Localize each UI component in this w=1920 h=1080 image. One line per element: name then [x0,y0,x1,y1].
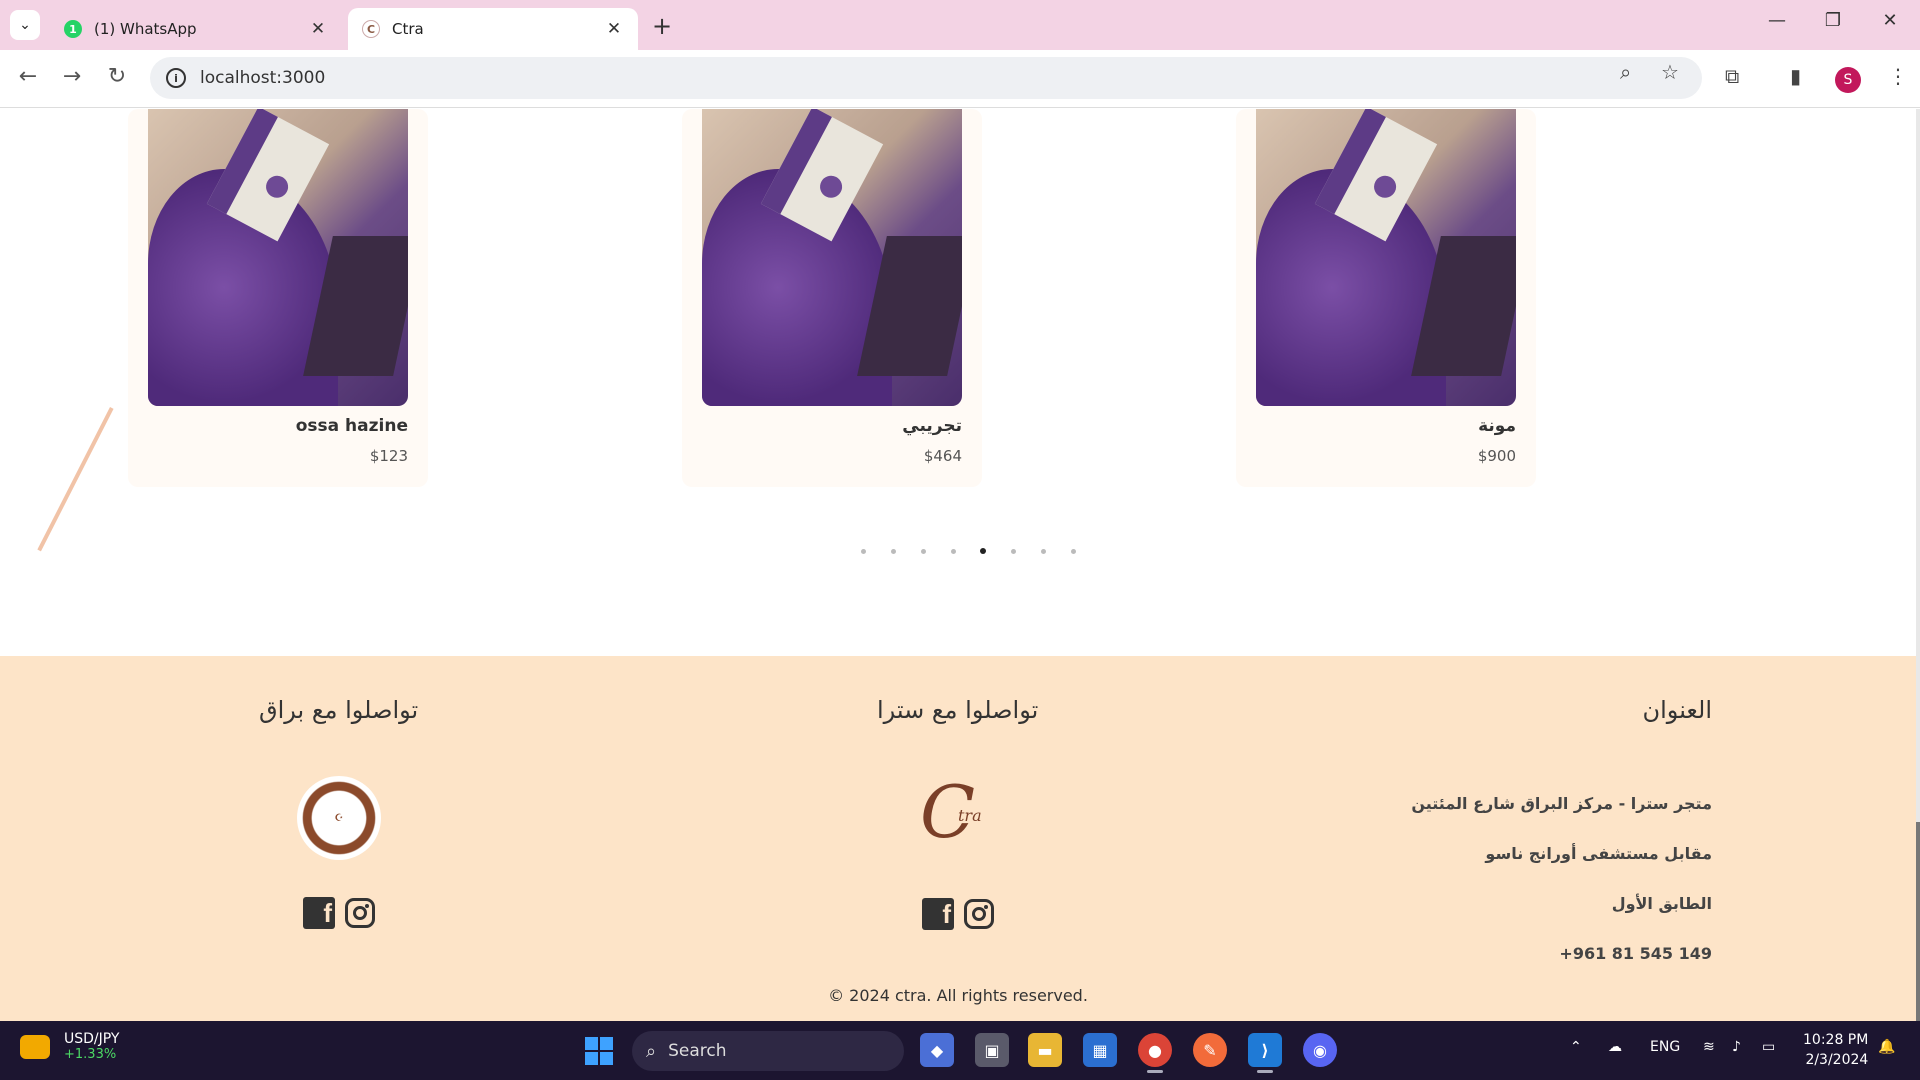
footer: العنوان متجر سترا - مركز البراق شارع الم… [0,656,1916,1021]
tab-ctra[interactable]: C Ctra ✕ [348,8,638,50]
windows-start-icon[interactable] [585,1037,613,1065]
close-icon[interactable]: ✕ [604,19,624,39]
reload-icon[interactable]: ↻ [103,64,131,89]
side-panel-icon[interactable]: ▮ [1790,64,1801,88]
restore-icon[interactable]: ❐ [1818,10,1848,31]
carousel-dot[interactable] [848,546,878,556]
address-line: الطابق الأول [1611,894,1712,913]
copyright-text: © 2024 ctra. All rights reserved. [828,986,1088,1005]
carousel-dot[interactable] [998,546,1028,556]
ticker-symbol: USD/JPY [64,1031,120,1047]
ctra-icon: C [362,20,380,38]
tab-title: (1) WhatsApp [94,20,197,38]
tab-whatsapp[interactable]: 1 (1) WhatsApp ✕ [50,8,342,50]
task-view-icon[interactable]: ▣ [975,1033,1009,1067]
product-price: $123 [369,447,408,465]
bookmark-star-icon[interactable]: ☆ [1661,60,1679,84]
clock-time: 10:28 PM [1803,1032,1869,1048]
carousel-dot[interactable] [938,546,968,556]
postman-icon[interactable]: ✎ [1193,1033,1227,1067]
address-title: العنوان [1642,696,1713,724]
browser-toolbar: ← → ↻ i localhost:3000 ⌕ ☆ ⧉ ▮ S ⋮ [0,50,1920,108]
carousel-dot[interactable] [1028,546,1058,556]
ticker-change: +1.33% [64,1047,117,1062]
tab-title: Ctra [392,20,424,38]
product-image[interactable] [148,109,408,406]
clock[interactable]: 10:28 PM 2/3/2024 [1803,1030,1868,1070]
window-close-icon[interactable]: ✕ [1875,10,1905,31]
taskbar: USD/JPY +1.33% ⌕ Search ◆ ▣ ▬ ▦ ● ✎ ⟩ ◉ … [0,1021,1920,1080]
instagram-icon[interactable] [964,899,994,929]
tab-strip: ⌄ 1 (1) WhatsApp ✕ C Ctra ✕ + — ❐ ✕ [0,0,1920,50]
store-icon[interactable]: ▦ [1083,1033,1117,1067]
buraq-social-links: f [303,897,375,929]
copilot-icon[interactable]: ◆ [920,1033,954,1067]
notification-bell-icon[interactable]: 🔔 [1878,1039,1895,1055]
carousel-dot[interactable] [908,546,938,556]
phone-number: +961 81 545 149 [1559,944,1712,963]
address-line: مقابل مستشفى أورانج ناسو [1485,844,1712,863]
instagram-icon[interactable] [345,898,375,928]
carousel-dot[interactable] [968,546,998,556]
back-icon[interactable]: ← [14,64,42,89]
ctra-logo: C tra [920,770,982,854]
carousel-dots [848,546,1088,556]
tab-search-button[interactable]: ⌄ [10,10,40,40]
search-icon: ⌕ [646,1040,657,1062]
forward-icon[interactable]: → [58,64,86,89]
site-info-icon[interactable]: i [166,68,186,88]
onedrive-icon[interactable]: ☁ [1608,1039,1622,1055]
product-name: مونة [1478,416,1516,436]
language-indicator[interactable]: ENG [1650,1039,1680,1055]
carousel-dot[interactable] [1058,546,1088,556]
new-tab-button[interactable]: + [652,12,672,40]
close-icon[interactable]: ✕ [308,19,328,39]
battery-icon[interactable]: ▭ [1762,1039,1775,1055]
menu-icon[interactable]: ⋮ [1888,64,1908,88]
minimize-icon[interactable]: — [1762,10,1792,31]
chevron-down-icon: ⌄ [19,17,31,33]
address-bar[interactable]: i localhost:3000 [150,57,1702,99]
product-name: ossa hazine [295,416,408,436]
chrome-icon[interactable]: ● [1138,1033,1172,1073]
product-name: تجريبي [902,416,962,436]
product-price: $900 [1477,447,1516,465]
page-content: ossa hazine $123 تجريبي $464 مونة $900 ا… [0,109,1920,1021]
stock-widget[interactable]: USD/JPY +1.33% [20,1031,119,1062]
product-card[interactable]: تجريبي $464 [682,109,982,487]
discord-icon[interactable]: ◉ [1303,1033,1337,1067]
url-text: localhost:3000 [200,68,326,88]
facebook-icon[interactable]: f [303,897,335,929]
decorative-line [37,407,114,552]
carousel-dot[interactable] [878,546,908,556]
vscode-icon[interactable]: ⟩ [1248,1033,1282,1073]
ctra-social-links: f [922,898,994,930]
buraq-contact-title: تواصلوا مع براق [259,696,419,724]
product-image[interactable] [702,109,962,406]
taskbar-search[interactable]: ⌕ Search [632,1031,904,1071]
search-label: Search [668,1041,727,1061]
ctra-contact-title: تواصلوا مع سترا [877,696,1039,724]
product-card[interactable]: ossa hazine $123 [128,109,428,487]
product-price: $464 [923,447,962,465]
address-line: متجر سترا - مركز البراق شارع المئتين [1411,794,1712,813]
chevron-up-icon[interactable]: ⌃ [1570,1039,1582,1055]
profile-avatar[interactable]: S [1835,67,1861,93]
product-image[interactable] [1256,109,1516,406]
wifi-icon[interactable]: ≋ [1703,1039,1715,1055]
buraq-logo: ☪ [297,776,381,860]
whatsapp-icon: 1 [64,20,82,38]
product-card[interactable]: مونة $900 [1236,109,1536,487]
volume-icon[interactable]: ♪ [1732,1039,1741,1055]
zoom-icon[interactable]: ⌕ [1620,60,1631,84]
scrollbar-thumb[interactable] [1916,822,1920,1021]
clock-date: 2/3/2024 [1805,1052,1869,1068]
scrollbar[interactable] [1916,109,1920,1021]
extensions-icon[interactable]: ⧉ [1725,64,1739,88]
currency-icon [20,1034,50,1059]
facebook-icon[interactable]: f [922,898,954,930]
file-explorer-icon[interactable]: ▬ [1028,1033,1062,1067]
